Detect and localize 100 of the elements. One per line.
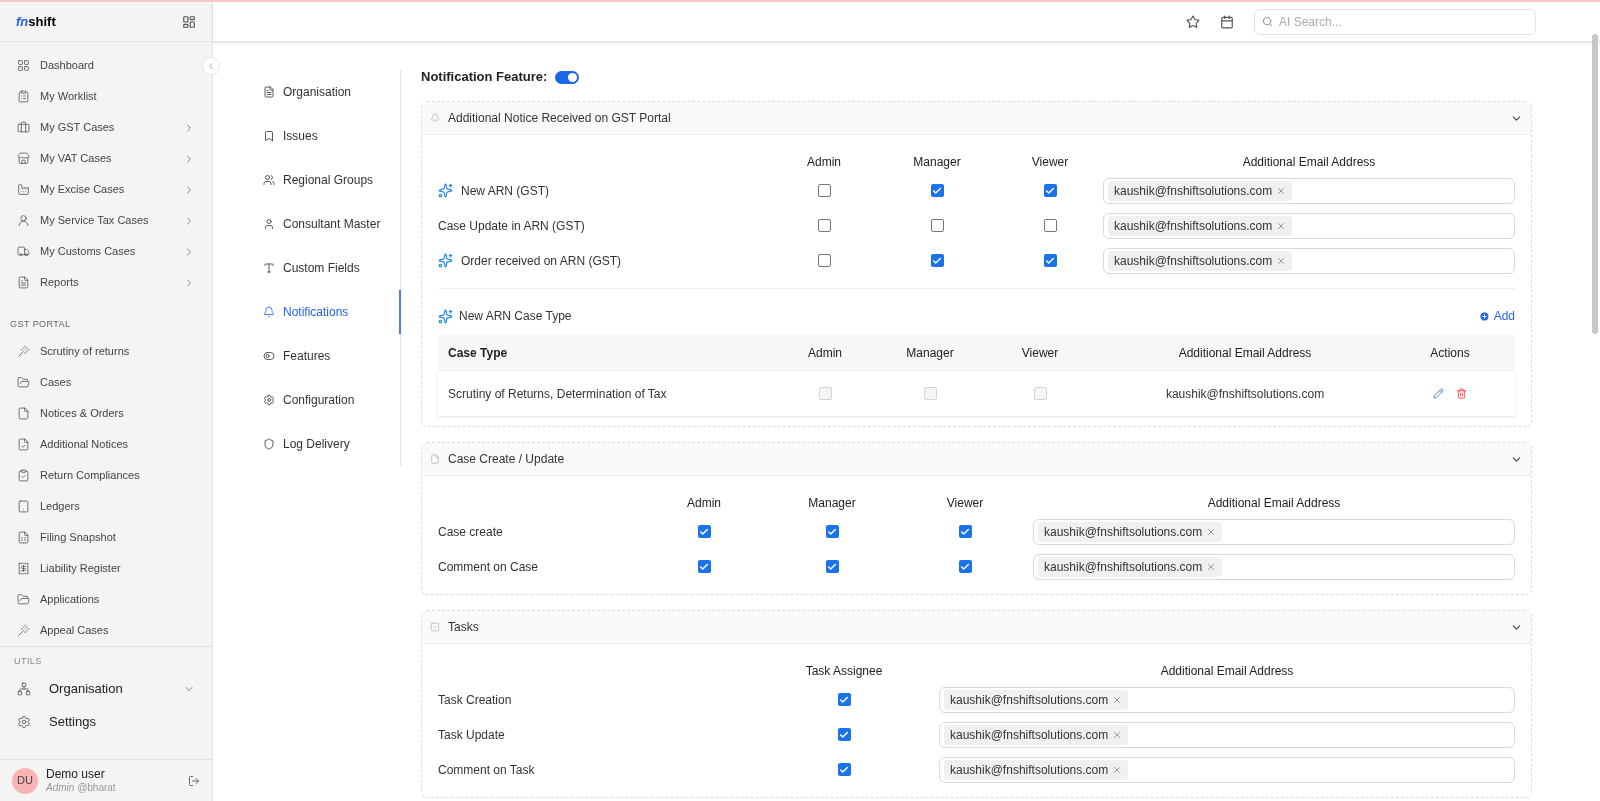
nav-item[interactable]: Liability Register bbox=[0, 552, 202, 584]
table-header-cell-text: Manager bbox=[905, 344, 955, 362]
nav-item[interactable]: Settings bbox=[0, 705, 202, 738]
email-tags-field[interactable]: kaushik@fnshiftsolutions.com bbox=[1103, 247, 1515, 274]
plus-icon bbox=[1478, 310, 1490, 322]
checkbox[interactable] bbox=[1043, 219, 1057, 232]
collapse-handle[interactable] bbox=[202, 57, 220, 75]
checkbox[interactable] bbox=[817, 184, 831, 197]
email-tags-field[interactable]: kaushik@fnshiftsolutions.com bbox=[1103, 212, 1515, 239]
column-heading: Manager bbox=[912, 154, 962, 171]
email-tags-field[interactable]: kaushik@fnshiftsolutions.com bbox=[939, 721, 1515, 748]
checkbox[interactable] bbox=[825, 560, 839, 573]
remove-icon[interactable] bbox=[1112, 764, 1123, 775]
nav-item[interactable]: My Service Tax Cases bbox=[0, 205, 202, 236]
bell-icon bbox=[263, 306, 275, 318]
nav-item[interactable]: Cases bbox=[0, 366, 202, 398]
nav-item[interactable]: Applications bbox=[0, 583, 202, 615]
panel-header[interactable]: Tasks bbox=[422, 611, 1531, 644]
file-icon bbox=[430, 454, 440, 464]
email-tags-field[interactable]: kaushik@fnshiftsolutions.com bbox=[939, 756, 1515, 783]
checkbox[interactable] bbox=[930, 219, 944, 232]
checkbox[interactable] bbox=[837, 728, 851, 741]
settings-nav-item[interactable]: Organisation bbox=[263, 70, 400, 114]
logout-icon[interactable] bbox=[188, 774, 200, 787]
checkbox[interactable] bbox=[1043, 184, 1057, 197]
panel-header[interactable]: Additional Notice Received on GST Portal bbox=[422, 102, 1531, 135]
remove-icon[interactable] bbox=[1276, 255, 1287, 266]
scrollbar-thumb[interactable] bbox=[1592, 34, 1598, 334]
remove-icon[interactable] bbox=[1206, 561, 1217, 572]
add-button[interactable]: Add bbox=[1478, 307, 1515, 325]
settings-nav-item[interactable]: Regional Groups bbox=[263, 158, 400, 202]
panel-header[interactable]: Case Create / Update bbox=[422, 443, 1531, 476]
feature-toggle[interactable] bbox=[555, 70, 580, 84]
settings-nav-item[interactable]: Custom Fields bbox=[263, 246, 400, 290]
nav-item[interactable]: My Worklist bbox=[0, 81, 202, 112]
sparkle-icon bbox=[438, 308, 453, 324]
star-icon[interactable] bbox=[1186, 14, 1200, 29]
section-heading: UTILS bbox=[13, 654, 43, 668]
nav-item[interactable]: Notices & Orders bbox=[0, 397, 202, 429]
nav-item[interactable]: Dashboard bbox=[0, 50, 202, 81]
nav-item[interactable]: Appeal Cases bbox=[0, 614, 202, 646]
table-cell-text: kaushik@fnshiftsolutions.com bbox=[1164, 385, 1326, 403]
table-header-cell-text: Actions bbox=[1429, 344, 1471, 362]
nav-item[interactable]: Ledgers bbox=[0, 490, 202, 522]
delete-icon[interactable] bbox=[1456, 388, 1467, 399]
table-header-cell-text: Case Type bbox=[448, 344, 509, 362]
apps-icon[interactable] bbox=[182, 14, 196, 29]
checkbox[interactable] bbox=[825, 525, 839, 538]
truck-icon bbox=[17, 245, 30, 258]
checkbox[interactable] bbox=[930, 184, 944, 197]
checkbox[interactable] bbox=[817, 219, 831, 232]
calendar-icon[interactable] bbox=[1220, 14, 1234, 29]
avatar: DU bbox=[12, 767, 38, 794]
email-tags-field[interactable]: kaushik@fnshiftsolutions.com bbox=[1033, 553, 1515, 580]
nav-item[interactable]: Reports bbox=[0, 267, 202, 298]
settings-nav-item[interactable]: Features bbox=[263, 334, 400, 378]
checkbox[interactable] bbox=[817, 254, 831, 267]
remove-icon[interactable] bbox=[1276, 220, 1287, 231]
nav-item[interactable]: My Customs Cases bbox=[0, 236, 202, 267]
nav-item[interactable]: My Excise Cases bbox=[0, 174, 202, 205]
factory-icon bbox=[17, 183, 30, 196]
nav-item[interactable]: Organisation bbox=[0, 672, 202, 705]
checkbox[interactable] bbox=[1043, 254, 1057, 267]
email-tags-field[interactable]: kaushik@fnshiftsolutions.com bbox=[1033, 518, 1515, 545]
settings-nav-item[interactable]: Configuration bbox=[263, 378, 400, 422]
column-heading: Additional Email Address bbox=[1159, 663, 1295, 680]
settings-nav-item[interactable]: Notifications bbox=[263, 290, 401, 334]
checkbox[interactable] bbox=[697, 525, 711, 538]
file-check-icon bbox=[17, 437, 30, 451]
users-icon bbox=[263, 174, 275, 186]
nav-item[interactable]: Scrutiny of returns bbox=[0, 335, 202, 367]
remove-icon[interactable] bbox=[1112, 694, 1123, 705]
nav-item[interactable]: Additional Notices bbox=[0, 428, 202, 460]
nav-item[interactable]: Filing Snapshot bbox=[0, 521, 202, 553]
search-field[interactable]: AI Search... bbox=[1254, 8, 1536, 35]
settings-nav-item[interactable]: Issues bbox=[263, 114, 400, 158]
nav-item[interactable]: Return Compliances bbox=[0, 459, 202, 491]
email-tags-field[interactable]: kaushik@fnshiftsolutions.com bbox=[939, 686, 1515, 713]
checkbox[interactable] bbox=[837, 693, 851, 706]
checkbox[interactable] bbox=[697, 560, 711, 573]
edit-icon[interactable] bbox=[1433, 388, 1444, 399]
settings-nav-item[interactable]: Log Delivery bbox=[263, 422, 400, 466]
nav-item[interactable]: My VAT Cases bbox=[0, 143, 202, 174]
checkbox[interactable] bbox=[958, 525, 972, 538]
remove-icon[interactable] bbox=[1206, 526, 1217, 537]
checkbox[interactable] bbox=[930, 254, 944, 267]
email-tags-field[interactable]: kaushik@fnshiftsolutions.com bbox=[1103, 177, 1515, 204]
nav-item[interactable]: My GST Cases bbox=[0, 112, 202, 143]
remove-icon[interactable] bbox=[1112, 729, 1123, 740]
wand-icon bbox=[17, 623, 30, 637]
remove-icon[interactable] bbox=[1276, 185, 1287, 196]
column-heading: Manager bbox=[807, 495, 857, 512]
settings-nav-item[interactable]: Consultant Master bbox=[263, 202, 400, 246]
document-icon bbox=[17, 276, 30, 289]
checkbox[interactable] bbox=[958, 560, 972, 573]
clipboard-icon bbox=[17, 90, 30, 103]
logo[interactable]: fnshift bbox=[16, 11, 56, 32]
row-label: Task Creation bbox=[438, 691, 512, 709]
checkbox[interactable] bbox=[837, 763, 851, 776]
subsection-title: New ARN Case Type bbox=[459, 308, 572, 325]
